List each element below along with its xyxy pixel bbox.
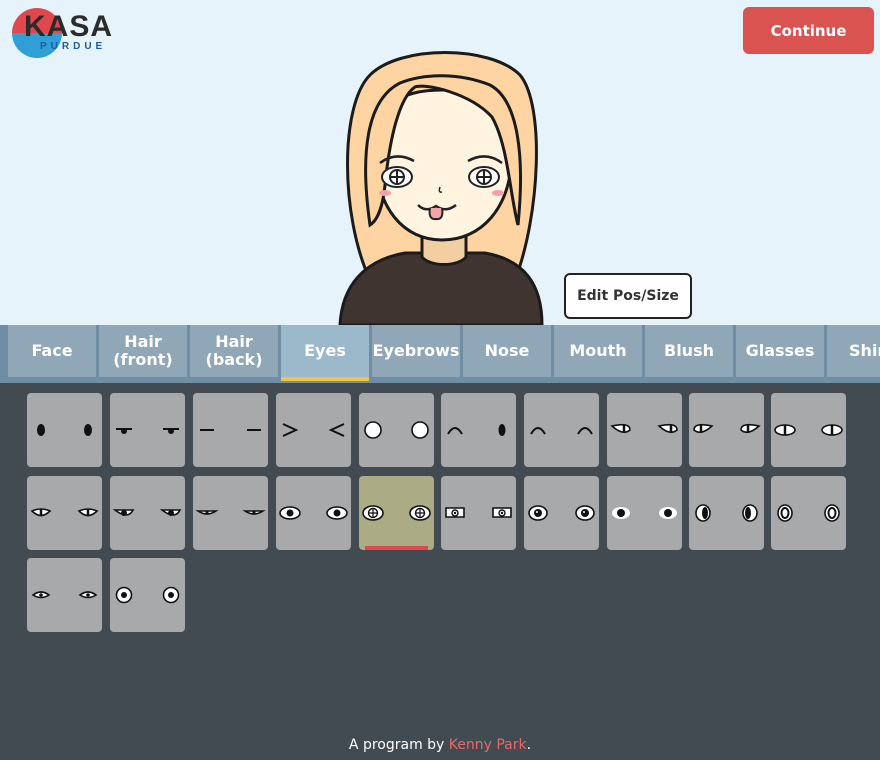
eye-option-teardrop[interactable] [27, 558, 102, 632]
tab-shirt[interactable]: Shirt [827, 325, 880, 377]
eye-option-almond-pupil[interactable] [276, 476, 351, 550]
eye-option-chevrons[interactable] [276, 393, 351, 467]
category-tabs: Face Hair (front) Hair (back) Eyes Eyebrows Nos… [0, 325, 880, 383]
avatar-preview [338, 51, 544, 325]
oval-left-eyes-icon [695, 504, 758, 522]
continue-button[interactable]: Continue [743, 7, 874, 54]
teardrop-eyes-icon [31, 591, 98, 599]
kasa-purdue-logo[interactable]: KASA PURDUE [10, 6, 114, 62]
almond-upper-eyes-icon [112, 509, 182, 516]
eye-option-cross-iris[interactable] [359, 476, 434, 550]
arcs-eyes-icon [530, 427, 593, 435]
oval-ring-eyes-icon [777, 504, 840, 522]
tab-glasses[interactable]: Glasses [736, 325, 824, 377]
tab-nose[interactable]: Nose [463, 325, 551, 377]
eye-option-arcs[interactable] [524, 393, 599, 467]
narrow-eyes-icon [195, 510, 266, 515]
tab-face[interactable]: Face [8, 325, 96, 377]
eye-option-almond-right[interactable] [607, 393, 682, 467]
arc-dot-eyes-icon [447, 424, 506, 436]
eye-option-round-small[interactable] [607, 476, 682, 550]
author-link[interactable]: Kenny Park [449, 737, 527, 753]
eye-option-dot[interactable] [27, 393, 102, 467]
eye-option-almond-center[interactable] [771, 393, 846, 467]
chevrons-eyes-icon [282, 423, 345, 437]
footer-credit: A program by Kenny Park. [0, 737, 880, 753]
logo-subtitle: PURDUE [40, 41, 107, 52]
almond-center-eyes-icon [774, 424, 843, 436]
eye-option-circle[interactable] [359, 393, 434, 467]
footer-suffix: . [526, 737, 532, 753]
preview-area: KASA PURDUE Continue Edit Pos/Size [0, 0, 880, 325]
almond-pupil-eyes-icon [279, 506, 348, 520]
box-iris-eyes-icon [445, 507, 512, 518]
tab-mouth[interactable]: Mouth [554, 325, 642, 377]
tab-hair-back[interactable]: Hair (back) [190, 325, 278, 377]
almond-lower-eyes-icon [30, 508, 99, 517]
option-grid [0, 383, 880, 760]
cross-iris-eyes-icon [362, 505, 431, 521]
dot-eyes-icon [37, 424, 92, 436]
tab-eyes[interactable]: Eyes [281, 325, 369, 381]
tab-blush[interactable]: Blush [645, 325, 733, 377]
eye-option-box-iris[interactable] [441, 476, 516, 550]
eye-option-oval-left[interactable] [689, 476, 764, 550]
tab-hair-front[interactable]: Hair (front) [99, 325, 187, 377]
round-pupil-eyes-icon [528, 505, 595, 521]
eye-option-almond-lower[interactable] [27, 476, 102, 550]
eye-option-almond-upper[interactable] [110, 476, 185, 550]
logo-title: KASA [24, 10, 114, 43]
circle-eyes-icon [364, 421, 429, 439]
almond-left-eyes-icon [693, 423, 761, 434]
dash-eyes-icon [200, 429, 261, 431]
eye-option-arc-dot[interactable] [441, 393, 516, 467]
footer-prefix: A program by [348, 737, 449, 753]
eye-option-ring[interactable] [110, 558, 185, 632]
eye-option-oval-ring[interactable] [771, 476, 846, 550]
eye-option-dash[interactable] [193, 393, 268, 467]
flat-lid-eyes-icon [116, 428, 179, 434]
almond-right-eyes-icon [610, 423, 678, 434]
tab-eyebrows[interactable]: Eyebrows [372, 325, 460, 377]
ring-eyes-icon [115, 586, 180, 604]
eye-option-narrow[interactable] [193, 476, 268, 550]
round-small-eyes-icon [612, 507, 677, 519]
eye-option-almond-left[interactable] [689, 393, 764, 467]
eye-option-flat-lid[interactable] [110, 393, 185, 467]
eye-option-round-pupil[interactable] [524, 476, 599, 550]
edit-pos-size-button[interactable]: Edit Pos/Size [564, 273, 692, 319]
